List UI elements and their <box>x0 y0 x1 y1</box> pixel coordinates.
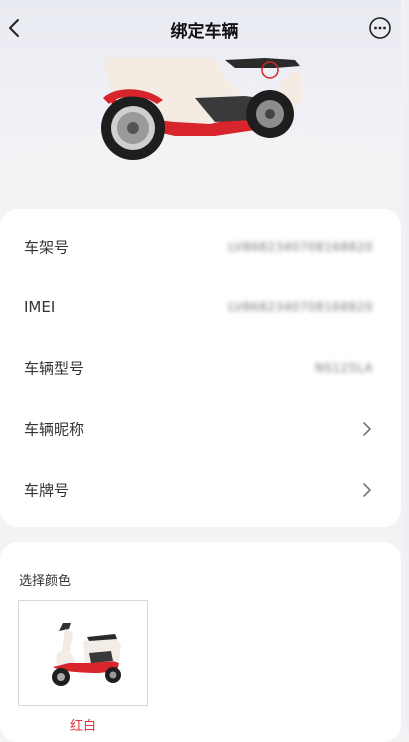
imei-value: LV8682340708168820 <box>228 300 373 314</box>
vehicle-nickname-label: 车辆昵称 <box>24 420 85 439</box>
page-edge <box>401 0 409 731</box>
row-frame-number: 车架号 LV8682340708168820 <box>0 217 401 277</box>
more-circle-icon <box>369 17 391 39</box>
vehicle-model-value: NS125LA <box>314 361 373 375</box>
color-selection-card: 选择颜色 红白 <box>0 542 401 742</box>
navigation-bar: 绑定车辆 <box>0 0 409 58</box>
vehicle-info-card: 车架号 LV8682340708168820 IMEI LV8682340708… <box>0 209 401 527</box>
more-button[interactable] <box>368 16 392 40</box>
imei-label: IMEI <box>24 298 56 316</box>
color-section-title: 选择颜色 <box>19 574 72 589</box>
frame-number-value: LV8682340708168820 <box>228 240 373 254</box>
chevron-right-icon <box>363 422 371 436</box>
color-option-image <box>52 623 121 686</box>
vehicle-image <box>101 58 303 160</box>
color-option-red-white[interactable] <box>18 600 148 706</box>
frame-number-label: 车架号 <box>24 238 70 257</box>
chevron-right-icon <box>363 483 371 497</box>
color-option-label[interactable]: 红白 <box>18 715 148 734</box>
row-license-plate[interactable]: 车牌号 <box>0 460 401 520</box>
license-plate-label: 车牌号 <box>24 481 70 500</box>
row-imei: IMEI LV8682340708168820 <box>0 277 401 337</box>
vehicle-model-label: 车辆型号 <box>24 359 85 378</box>
page-title: 绑定车辆 <box>170 22 239 42</box>
row-vehicle-nickname[interactable]: 车辆昵称 <box>0 399 401 459</box>
row-vehicle-model: 车辆型号 NS125LA <box>0 338 401 398</box>
